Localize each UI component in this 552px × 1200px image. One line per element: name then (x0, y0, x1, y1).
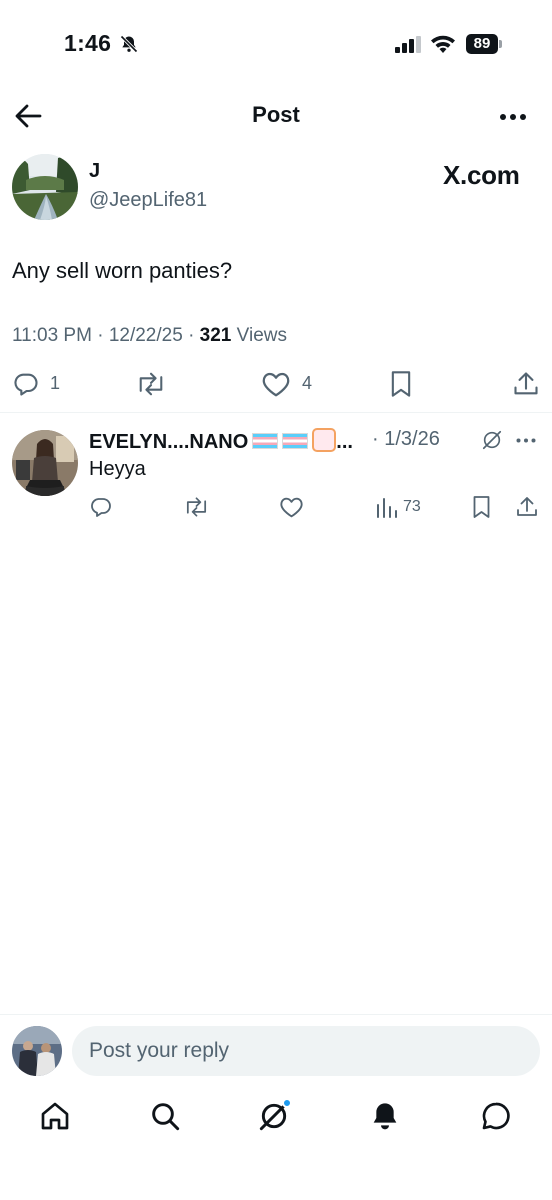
views-count: 321 (199, 325, 232, 346)
like-icon[interactable] (279, 495, 304, 519)
battery-cap (499, 40, 502, 48)
author-avatar[interactable] (12, 154, 78, 220)
post-time: 11:03 PM (12, 325, 92, 346)
repost-icon[interactable] (183, 495, 210, 519)
trans-flag-icon (282, 433, 309, 449)
battery-icon: 89 (466, 34, 498, 54)
search-icon[interactable] (149, 1100, 181, 1132)
signal-icon (395, 36, 423, 53)
author-name[interactable]: J (89, 160, 100, 183)
reply-count: 1 (50, 373, 61, 393)
page-title: Post (252, 102, 300, 127)
wifi-icon (430, 34, 456, 54)
like-icon[interactable] (261, 370, 291, 398)
messages-icon[interactable] (480, 1100, 512, 1132)
like-count: 4 (302, 373, 313, 393)
notifications-icon[interactable] (369, 1100, 401, 1132)
reply-views-count: 73 (403, 498, 421, 515)
reply-date: · 1/3/26 (372, 428, 440, 450)
reply-author-name-text: EVELYN....NANO (89, 431, 249, 453)
share-icon[interactable] (515, 495, 539, 519)
views-label: Views (236, 325, 287, 346)
bell-slash-icon (119, 34, 139, 54)
name-ellipsis: ... (336, 431, 353, 453)
gift-icon (312, 428, 337, 452)
reply-author-avatar[interactable] (12, 430, 78, 496)
reply-icon[interactable] (89, 495, 113, 519)
reply-author-name[interactable]: EVELYN....NANO... (89, 428, 353, 454)
divider (0, 412, 552, 413)
bookmark-icon[interactable] (388, 370, 414, 398)
reply-icon[interactable] (12, 370, 40, 398)
home-icon[interactable] (39, 1100, 71, 1132)
author-handle[interactable]: @JeepLife81 (89, 189, 207, 212)
more-horizontal-icon[interactable] (499, 113, 527, 121)
my-avatar[interactable] (12, 1026, 62, 1076)
notification-dot (282, 1098, 292, 1108)
reply-text: Heyya (89, 458, 146, 480)
source-label: X.com (443, 160, 520, 190)
post-meta: 11:03 PM · 12/22/25 · 321 Views (12, 325, 287, 346)
repost-icon[interactable] (135, 370, 167, 398)
trans-flag-icon (252, 433, 279, 449)
share-icon[interactable] (512, 370, 540, 398)
views-icon[interactable] (376, 495, 398, 519)
status-time: 1:46 (64, 30, 112, 56)
more-horizontal-icon[interactable] (516, 438, 536, 443)
grok-icon[interactable] (481, 429, 503, 451)
reply-input[interactable] (72, 1026, 540, 1076)
bookmark-icon[interactable] (471, 495, 492, 519)
divider (0, 1014, 552, 1015)
post-text: Any sell worn panties? (12, 258, 233, 283)
post-date: 12/22/25 (108, 325, 183, 346)
